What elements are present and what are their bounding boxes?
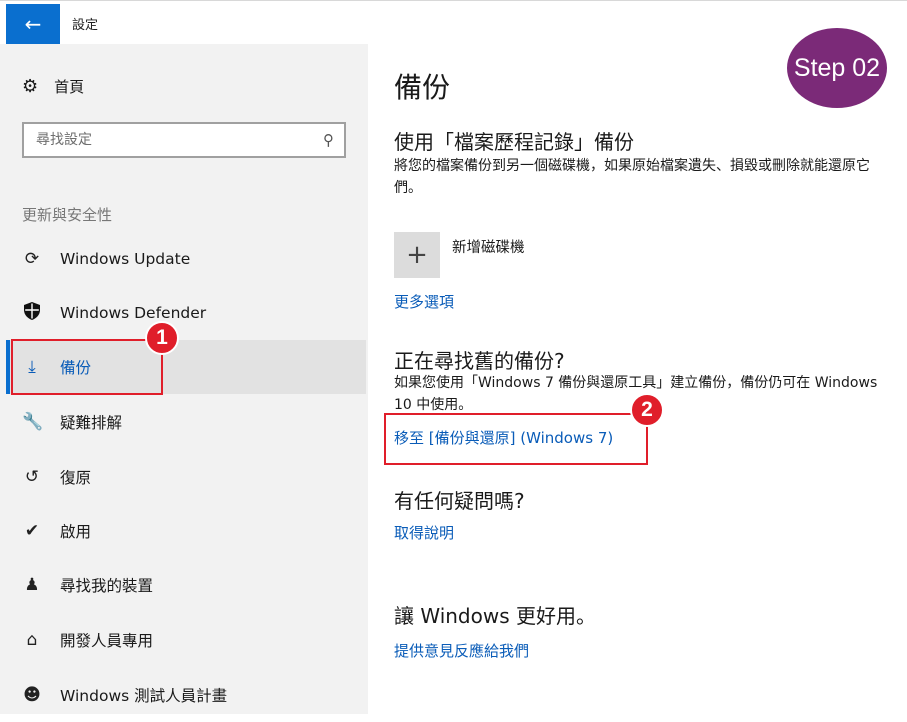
go-to-backup-restore-link[interactable]: 移至 [備份與還原] (Windows 7) (394, 427, 613, 448)
insider-user-icon: ☻ (23, 685, 41, 705)
top-border (0, 0, 907, 1)
sidebar-item-label: 疑難排解 (60, 414, 123, 432)
file-history-heading: 使用「檔案歷程記錄」備份 (394, 130, 634, 154)
window-title: 設定 (72, 18, 99, 33)
sidebar-item-find-my-device[interactable]: ♟ 尋找我的裝置 (6, 558, 366, 612)
sidebar-item-troubleshoot[interactable]: 🔧 疑難排解 (6, 395, 366, 449)
step-badge-1: 1 (145, 321, 179, 355)
sidebar-item-label: Windows Update (60, 250, 191, 268)
wrench-icon: 🔧 (22, 412, 44, 432)
questions-heading: 有任何疑問嗎? (394, 489, 525, 513)
sidebar-item-label: 復原 (60, 469, 92, 487)
history-icon: ↺ (24, 467, 40, 487)
back-button[interactable]: ← (6, 4, 60, 44)
sidebar-item-label: Windows Defender (60, 304, 207, 322)
step-label-badge: Step 02 (787, 28, 887, 108)
file-history-desc: 將您的檔案備份到另一個磁碟機，如果原始檔案遺失、損毀或刪除就能還原它們。 (394, 158, 870, 196)
old-backup-heading: 正在尋找舊的備份? (394, 349, 565, 373)
gear-icon: ⚙ (22, 76, 39, 97)
section-header: 更新與安全性 (22, 206, 113, 224)
sidebar-item-activation[interactable]: ✔ 啟用 (6, 504, 366, 558)
add-drive-label[interactable]: 新增磁碟機 (452, 236, 525, 257)
improve-heading: 讓 Windows 更好用。 (394, 604, 596, 628)
search-box[interactable]: ⚲ (22, 122, 346, 158)
sidebar-item-developers[interactable]: ⌂ 開發人員專用 (6, 613, 366, 667)
feedback-link[interactable]: 提供意見反應給我們 (394, 640, 529, 661)
get-help-link[interactable]: 取得說明 (394, 522, 454, 543)
sidebar-item-label: 開發人員專用 (60, 632, 154, 650)
check-circle-icon: ✔ (24, 521, 40, 541)
search-input[interactable] (24, 124, 318, 156)
search-icon[interactable]: ⚲ (323, 131, 334, 149)
sidebar-item-label: 啟用 (60, 523, 92, 541)
person-location-icon: ♟ (24, 575, 40, 595)
sidebar-item-recovery[interactable]: ↺ 復原 (6, 450, 366, 504)
sidebar-home[interactable]: ⚙ 首頁 (22, 76, 84, 97)
step-badge-2: 2 (630, 393, 664, 427)
sidebar-item-windows-defender[interactable]: Windows Defender (6, 286, 366, 340)
arrow-left-icon: ← (24, 12, 42, 36)
developer-tools-icon: ⌂ (26, 630, 38, 650)
plus-icon: + (406, 240, 428, 270)
shield-icon (22, 301, 42, 325)
sidebar-item-windows-update[interactable]: ⟳ Windows Update (6, 232, 366, 286)
home-label: 首頁 (54, 78, 85, 96)
sidebar-item-label: Windows 測試人員計畫 (60, 687, 228, 705)
more-options-link[interactable]: 更多選項 (394, 291, 454, 312)
highlight-box-1 (11, 339, 163, 395)
sidebar-item-label: 尋找我的裝置 (60, 577, 154, 595)
add-drive-button[interactable]: + (394, 232, 440, 278)
sync-icon: ⟳ (24, 249, 40, 269)
page-title: 備份 (394, 71, 451, 104)
selection-indicator (6, 340, 10, 394)
